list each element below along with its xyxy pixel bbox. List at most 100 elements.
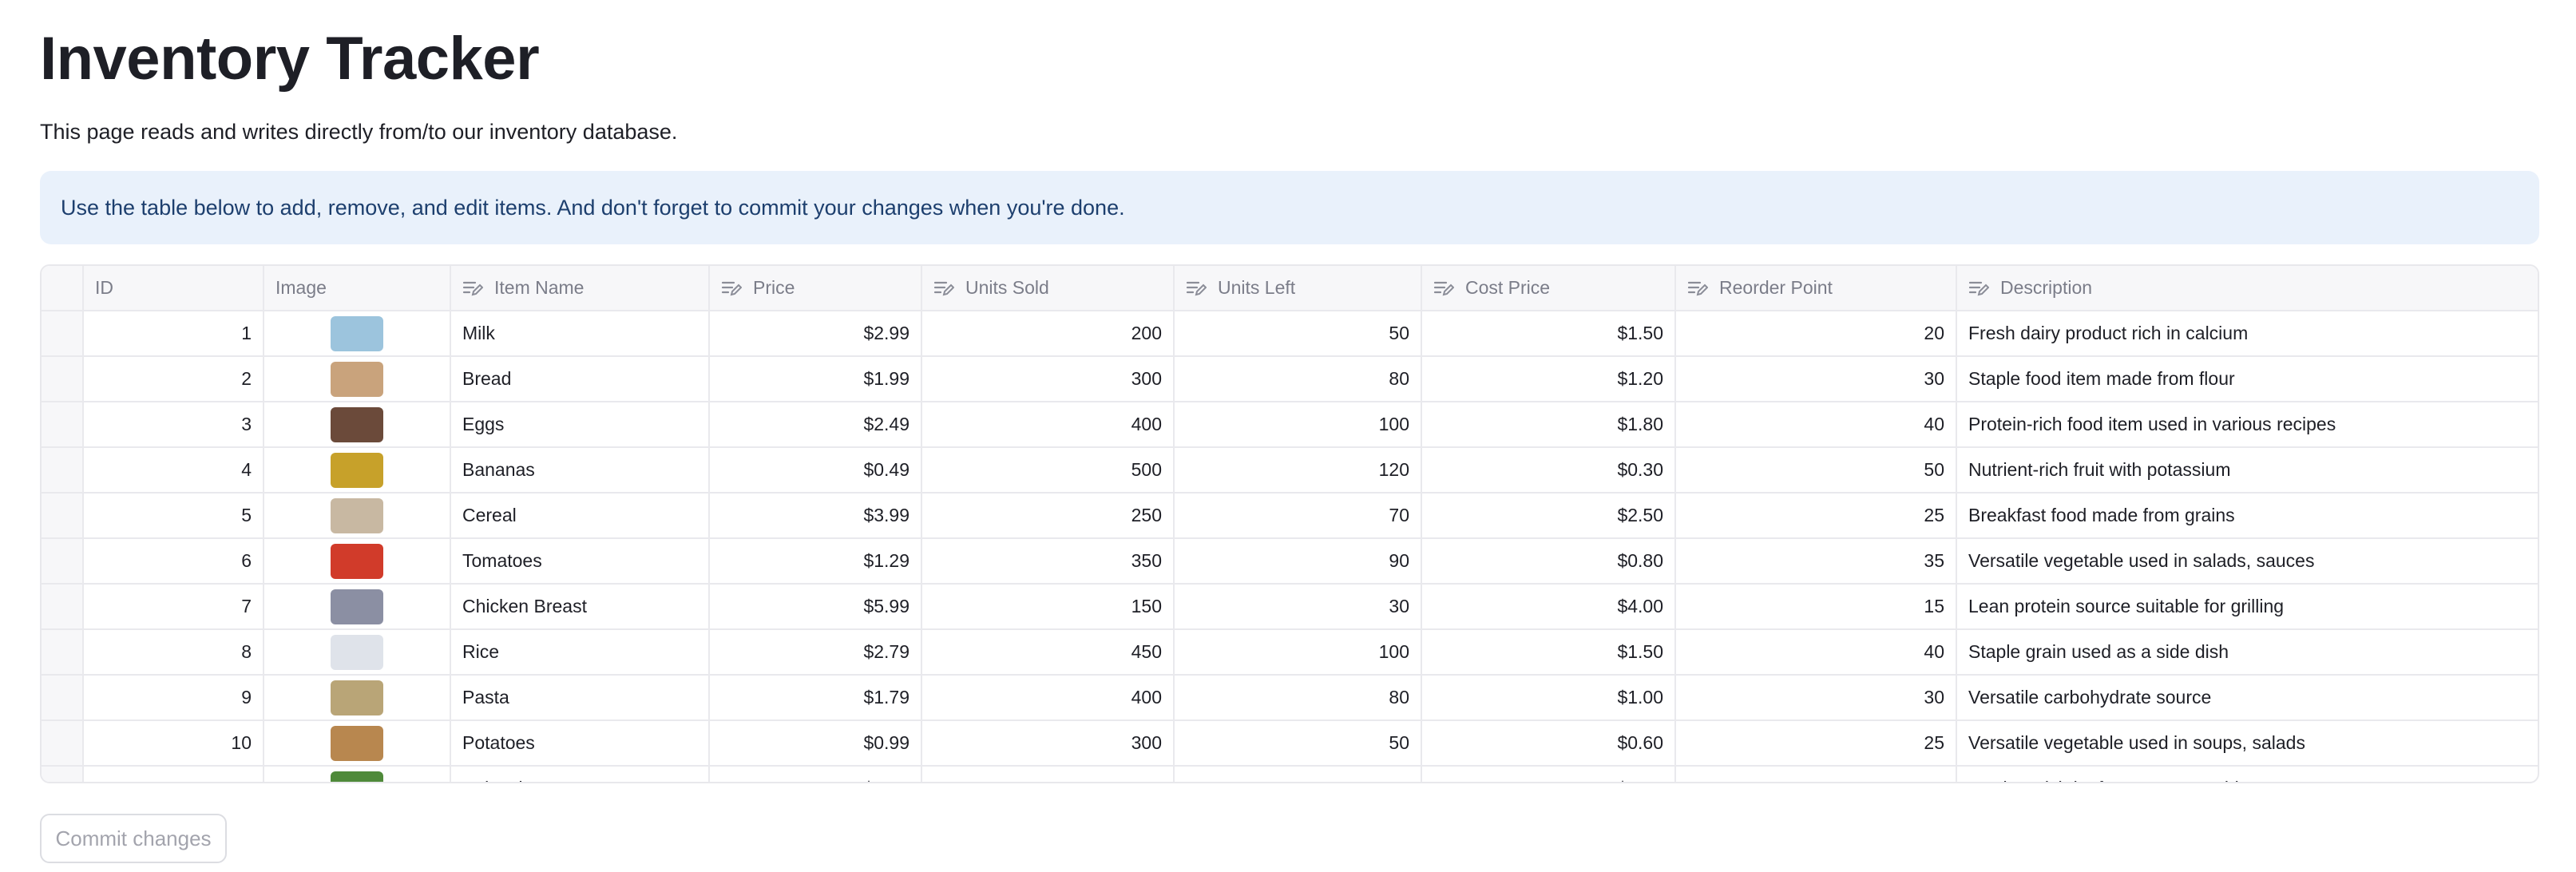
- table-row[interactable]: 4 Bananas $0.49 500 120 $0.30 50 Nutrient-rich …: [42, 447, 2538, 493]
- cell-id[interactable]: 7: [83, 584, 264, 630]
- cell-units-sold[interactable]: 400: [921, 402, 1175, 448]
- cell-description[interactable]: Breakfast food made from grains: [1956, 493, 2538, 539]
- table-row[interactable]: 2 Bread $1.99 300 80 $1.20 30 Staple food item …: [42, 356, 2538, 402]
- cell-units-left[interactable]: 50: [1174, 311, 1422, 357]
- cell-cost-price[interactable]: $1.00: [1421, 675, 1676, 721]
- cell-price[interactable]: $1.99: [709, 356, 922, 402]
- cell-image[interactable]: [264, 766, 451, 782]
- cell-item-name[interactable]: Eggs: [450, 402, 710, 448]
- cell-units-left[interactable]: 80: [1174, 356, 1422, 402]
- cell-units-sold[interactable]: 200: [921, 311, 1175, 357]
- cell-reorder-point[interactable]: 40: [1675, 629, 1957, 676]
- row-selector[interactable]: [42, 720, 84, 767]
- row-selector[interactable]: [42, 311, 84, 357]
- cell-id[interactable]: 2: [83, 356, 264, 402]
- row-selector[interactable]: [42, 402, 84, 448]
- table-row[interactable]: 9 Pasta $1.79 400 80 $1.00 30 Versatile carbohy…: [42, 675, 2538, 721]
- cell-units-sold[interactable]: 450: [921, 629, 1175, 676]
- cell-units-left[interactable]: 90: [1174, 538, 1422, 585]
- cell-item-name[interactable]: Bread: [450, 356, 710, 402]
- cell-description[interactable]: Versatile carbohydrate source: [1956, 675, 2538, 721]
- cell-description[interactable]: Staple grain used as a side dish: [1956, 629, 2538, 676]
- cell-units-sold[interactable]: 500: [921, 447, 1175, 493]
- table-row[interactable]: 6 Tomatoes $1.29 350 90 $0.80 35 Versatile vege…: [42, 538, 2538, 585]
- cell-id[interactable]: 8: [83, 629, 264, 676]
- cell-cost-price[interactable]: $0.60: [1421, 720, 1676, 767]
- cell-description[interactable]: Nutrient-rich leafy green vegetable: [1956, 766, 2538, 782]
- cell-id[interactable]: 3: [83, 402, 264, 448]
- cell-units-sold[interactable]: 200: [921, 766, 1175, 782]
- cell-units-left[interactable]: 70: [1174, 493, 1422, 539]
- cell-description[interactable]: Nutrient-rich fruit with potassium: [1956, 447, 2538, 493]
- header-col-item-name[interactable]: Item Name: [450, 266, 710, 311]
- cell-id[interactable]: 10: [83, 720, 264, 767]
- row-selector[interactable]: [42, 766, 84, 782]
- row-selector[interactable]: [42, 356, 84, 402]
- header-col-image[interactable]: Image: [264, 266, 451, 311]
- cell-units-sold[interactable]: 350: [921, 538, 1175, 585]
- cell-reorder-point[interactable]: 35: [1675, 538, 1957, 585]
- cell-cost-price[interactable]: $1.80: [1421, 402, 1676, 448]
- cell-units-left[interactable]: 100: [1174, 402, 1422, 448]
- cell-id[interactable]: 6: [83, 538, 264, 585]
- cell-units-sold[interactable]: 300: [921, 720, 1175, 767]
- table-row[interactable]: 8 Rice $2.79 450 100 $1.50 40 Staple grain used…: [42, 629, 2538, 676]
- row-selector[interactable]: [42, 447, 84, 493]
- table-row[interactable]: 7 Chicken Breast $5.99 150 30 $4.00 15 Lean pro…: [42, 584, 2538, 630]
- cell-item-name[interactable]: Potatoes: [450, 720, 710, 767]
- cell-reorder-point[interactable]: 30: [1675, 356, 1957, 402]
- header-col-description[interactable]: Description: [1956, 266, 2538, 311]
- cell-cost-price[interactable]: $0.80: [1421, 538, 1676, 585]
- cell-cost-price[interactable]: $0.30: [1421, 447, 1676, 493]
- cell-reorder-point[interactable]: 30: [1675, 675, 1957, 721]
- cell-id[interactable]: 1: [83, 311, 264, 357]
- cell-description[interactable]: Protein-rich food item used in various r…: [1956, 402, 2538, 448]
- cell-units-left[interactable]: 80: [1174, 675, 1422, 721]
- cell-item-name[interactable]: Cereal: [450, 493, 710, 539]
- header-col-units-sold[interactable]: Units Sold: [921, 266, 1175, 311]
- cell-item-name[interactable]: Spinach: [450, 766, 710, 782]
- cell-reorder-point[interactable]: 25: [1675, 720, 1957, 767]
- cell-cost-price[interactable]: $1.50: [1421, 629, 1676, 676]
- cell-units-left[interactable]: 100: [1174, 629, 1422, 676]
- cell-description[interactable]: Lean protein source suitable for grillin…: [1956, 584, 2538, 630]
- row-selector[interactable]: [42, 584, 84, 630]
- cell-item-name[interactable]: Pasta: [450, 675, 710, 721]
- cell-price[interactable]: $1.89: [709, 766, 922, 782]
- cell-id[interactable]: 5: [83, 493, 264, 539]
- cell-units-left[interactable]: 50: [1174, 720, 1422, 767]
- cell-item-name[interactable]: Rice: [450, 629, 710, 676]
- inventory-data-grid[interactable]: ID Image Item Name Price Units Sold Units Lef…: [40, 264, 2539, 783]
- cell-image[interactable]: [264, 447, 451, 493]
- table-row[interactable]: 10 Potatoes $0.99 300 50 $0.60 25 Versatile veg…: [42, 720, 2538, 767]
- cell-price[interactable]: $3.99: [709, 493, 922, 539]
- cell-description[interactable]: Staple food item made from flour: [1956, 356, 2538, 402]
- row-selector[interactable]: [42, 538, 84, 585]
- cell-units-sold[interactable]: 250: [921, 493, 1175, 539]
- cell-reorder-point[interactable]: 40: [1675, 402, 1957, 448]
- row-selector[interactable]: [42, 493, 84, 539]
- cell-units-sold[interactable]: 150: [921, 584, 1175, 630]
- cell-cost-price[interactable]: $2.50: [1421, 493, 1676, 539]
- cell-price[interactable]: $0.49: [709, 447, 922, 493]
- table-row[interactable]: 1 Milk $2.99 200 50 $1.50 20 Fresh dairy produc…: [42, 311, 2538, 357]
- row-selector[interactable]: [42, 675, 84, 721]
- cell-units-left[interactable]: 40: [1174, 766, 1422, 782]
- cell-reorder-point[interactable]: 15: [1675, 584, 1957, 630]
- cell-description[interactable]: Versatile vegetable used in salads, sauc…: [1956, 538, 2538, 585]
- cell-description[interactable]: Versatile vegetable used in soups, salad…: [1956, 720, 2538, 767]
- cell-price[interactable]: $0.99: [709, 720, 922, 767]
- cell-cost-price[interactable]: $1.20: [1421, 356, 1676, 402]
- cell-item-name[interactable]: Chicken Breast: [450, 584, 710, 630]
- cell-price[interactable]: $1.29: [709, 538, 922, 585]
- table-row[interactable]: 3 Eggs $2.49 400 100 $1.80 40 Protein-rich food…: [42, 402, 2538, 448]
- cell-image[interactable]: [264, 675, 451, 721]
- cell-image[interactable]: [264, 629, 451, 676]
- cell-price[interactable]: $5.99: [709, 584, 922, 630]
- cell-units-left[interactable]: 120: [1174, 447, 1422, 493]
- header-col-reorder-point[interactable]: Reorder Point: [1675, 266, 1957, 311]
- cell-image[interactable]: [264, 584, 451, 630]
- cell-item-name[interactable]: Milk: [450, 311, 710, 357]
- cell-units-sold[interactable]: 300: [921, 356, 1175, 402]
- table-row[interactable]: 5 Cereal $3.99 250 70 $2.50 25 Breakfast food m…: [42, 493, 2538, 539]
